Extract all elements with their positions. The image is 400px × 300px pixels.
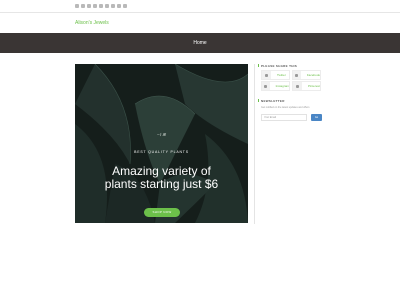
linkedin-icon[interactable] [111,4,115,8]
pinterest-icon[interactable] [87,4,91,8]
share-widget-title: PLEASE SHARE THIS [257,64,298,68]
instagram-icon[interactable] [93,4,97,8]
succulent-image [75,64,248,223]
facebook-icon [293,71,301,79]
social-links [75,4,127,8]
hero-logo: ~⌇ ꕤ [157,132,166,137]
newsletter-email-input[interactable]: Your Email [261,114,307,121]
share-label: Twitter [277,73,286,77]
pinterest-icon [293,82,302,90]
hero-tagline: BEST QUALITY PLANTS [134,150,189,154]
rss-icon[interactable] [117,4,121,8]
content-divider [254,64,255,224]
share-instagram-button[interactable]: Instagram [261,81,290,91]
share-label: Instagram [275,84,289,88]
main-nav: Home [0,33,400,53]
site-title[interactable]: Alison's Jewels [75,20,109,26]
share-label: Pinterest [308,84,320,88]
shop-now-button[interactable]: SHOP NOW [144,208,180,217]
hero-banner[interactable]: ~⌇ ꕤ BEST QUALITY PLANTS Amazing variety… [75,64,248,223]
email-icon[interactable] [123,4,127,8]
tumblr-icon[interactable] [99,4,103,8]
newsletter-title: NEWSLETTER [258,99,285,103]
share-facebook-button[interactable]: Facebook [292,70,321,80]
site-header: Alison's Jewels [0,12,400,33]
share-label: Facebook [306,73,320,77]
instagram-icon [262,82,270,90]
youtube-icon[interactable] [105,4,109,8]
top-bar [0,0,400,12]
hero-headline-line2: plants starting just $6 [104,177,219,191]
nav-item-home[interactable]: Home [0,40,400,46]
hero-headline: Amazing variety of plants starting just … [75,165,248,191]
share-twitter-button[interactable]: Twitter [261,70,290,80]
subscribe-button[interactable]: Go [311,114,322,121]
twitter-icon [262,71,271,79]
share-pinterest-button[interactable]: Pinterest [292,81,321,91]
twitter-icon[interactable] [75,4,79,8]
newsletter-description: Get notified on the latest updates and o… [261,106,310,109]
facebook-icon[interactable] [81,4,85,8]
